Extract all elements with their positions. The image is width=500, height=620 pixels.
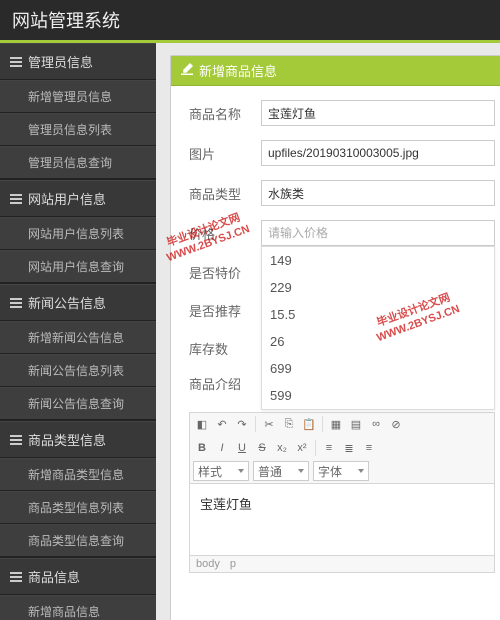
panel-body: 商品名称 图片 商品类型 价格 14922915.526699599 (171, 86, 500, 573)
label-type: 商品类型 (189, 184, 261, 203)
sidebar-item[interactable]: 网站用户信息列表 (0, 217, 156, 250)
toolbar-align-right-icon[interactable]: ≡ (360, 439, 378, 457)
editor-toolbar: ◧ ↶ ↷ ✂ ⎘ 📋 ▦ ▤ ∞ ⊘ B I (189, 412, 495, 484)
toolbar-redo-icon[interactable]: ↷ (233, 415, 251, 433)
label-price: 价格 (189, 224, 261, 243)
sidebar-group-header[interactable]: 新闻公告信息 (0, 284, 156, 321)
toolbar-strike-icon[interactable]: S (253, 439, 271, 457)
sidebar-item[interactable]: 新闻公告信息查询 (0, 387, 156, 420)
sidebar: 管理员信息新增管理员信息管理员信息列表管理员信息查询网站用户信息网站用户信息列表… (0, 43, 156, 620)
toolbar-align-center-icon[interactable]: ≣ (340, 439, 358, 457)
editor-body[interactable]: 宝莲灯鱼 (189, 484, 495, 556)
sidebar-item[interactable]: 网站用户信息查询 (0, 250, 156, 283)
chevron-down-icon (238, 469, 244, 473)
app-header: 网站管理系统 (0, 0, 500, 40)
toolbar-cut-icon[interactable]: ✂ (260, 415, 278, 433)
label-name: 商品名称 (189, 104, 261, 123)
edit-icon (181, 63, 193, 78)
sidebar-item[interactable]: 商品类型信息查询 (0, 524, 156, 557)
input-type[interactable] (261, 180, 495, 206)
toolbar-format-select[interactable]: 普通 (253, 461, 309, 481)
autocomplete-option[interactable]: 229 (262, 274, 494, 301)
menu-icon (10, 57, 22, 67)
sidebar-group-header[interactable]: 商品类型信息 (0, 421, 156, 458)
input-pic[interactable] (261, 140, 495, 166)
sidebar-group-header[interactable]: 管理员信息 (0, 43, 156, 80)
app-title: 网站管理系统 (12, 7, 120, 33)
editor-path-body[interactable]: body (196, 558, 220, 570)
input-name[interactable] (261, 100, 495, 126)
autocomplete-option[interactable]: 149 (262, 247, 494, 274)
autocomplete-option[interactable]: 699 (262, 355, 494, 382)
autocomplete-option[interactable]: 599 (262, 382, 494, 409)
toolbar-italic-icon[interactable]: I (213, 439, 231, 457)
sidebar-item[interactable]: 新增商品信息 (0, 595, 156, 620)
sidebar-item[interactable]: 新增管理员信息 (0, 80, 156, 113)
toolbar-image-icon[interactable]: ▦ (327, 415, 345, 433)
sidebar-item[interactable]: 商品类型信息列表 (0, 491, 156, 524)
panel-title: 新增商品信息 (199, 61, 277, 80)
chevron-down-icon (298, 469, 304, 473)
toolbar-source-icon[interactable]: ◧ (193, 415, 211, 433)
label-stock: 库存数 (189, 339, 261, 358)
row-price: 价格 14922915.526699599 (189, 220, 495, 246)
sidebar-group-header[interactable]: 网站用户信息 (0, 180, 156, 217)
toolbar-bold-icon[interactable]: B (193, 439, 211, 457)
autocomplete-option[interactable]: 26 (262, 328, 494, 355)
row-type: 商品类型 (189, 180, 495, 206)
editor-path-p[interactable]: p (230, 558, 236, 570)
form-panel: 新增商品信息 商品名称 图片 商品类型 价格 14 (170, 55, 500, 620)
sidebar-group-label: 管理员信息 (28, 52, 93, 71)
chevron-down-icon (358, 469, 364, 473)
label-recommend: 是否推荐 (189, 301, 261, 320)
toolbar-underline-icon[interactable]: U (233, 439, 251, 457)
price-autocomplete: 14922915.526699599 (261, 246, 495, 410)
menu-icon (10, 298, 22, 308)
sidebar-group-label: 商品信息 (28, 567, 80, 586)
toolbar-style-select[interactable]: 样式 (193, 461, 249, 481)
sidebar-group-label: 商品类型信息 (28, 430, 106, 449)
label-pic: 图片 (189, 144, 261, 163)
toolbar-sup-icon[interactable]: x² (293, 439, 311, 457)
sidebar-group-label: 网站用户信息 (28, 189, 106, 208)
toolbar-link-icon[interactable]: ∞ (367, 415, 385, 433)
sidebar-group-label: 新闻公告信息 (28, 293, 106, 312)
main-content: 新增商品信息 商品名称 图片 商品类型 价格 14 (156, 43, 500, 620)
toolbar-font-select[interactable]: 字体 (313, 461, 369, 481)
toolbar-undo-icon[interactable]: ↶ (213, 415, 231, 433)
sidebar-item[interactable]: 管理员信息查询 (0, 146, 156, 179)
editor-path: body p (189, 556, 495, 573)
label-desc: 商品介绍 (189, 374, 261, 393)
row-name: 商品名称 (189, 100, 495, 126)
sidebar-item[interactable]: 新增新闻公告信息 (0, 321, 156, 354)
toolbar-paste-icon[interactable]: 📋 (300, 415, 318, 433)
toolbar-copy-icon[interactable]: ⎘ (280, 415, 298, 433)
toolbar-sub-icon[interactable]: x₂ (273, 439, 291, 457)
rich-editor: ◧ ↶ ↷ ✂ ⎘ 📋 ▦ ▤ ∞ ⊘ B I (189, 412, 495, 573)
sidebar-item[interactable]: 新闻公告信息列表 (0, 354, 156, 387)
autocomplete-option[interactable]: 15.5 (262, 301, 494, 328)
menu-icon (10, 194, 22, 204)
sidebar-item[interactable]: 管理员信息列表 (0, 113, 156, 146)
menu-icon (10, 572, 22, 582)
menu-icon (10, 435, 22, 445)
label-special: 是否特价 (189, 263, 261, 282)
sidebar-group-header[interactable]: 商品信息 (0, 558, 156, 595)
row-pic: 图片 (189, 140, 495, 166)
sidebar-item[interactable]: 新增商品类型信息 (0, 458, 156, 491)
toolbar-unlink-icon[interactable]: ⊘ (387, 415, 405, 433)
toolbar-align-left-icon[interactable]: ≡ (320, 439, 338, 457)
input-price[interactable] (261, 220, 495, 246)
panel-header: 新增商品信息 (171, 56, 500, 86)
toolbar-table-icon[interactable]: ▤ (347, 415, 365, 433)
